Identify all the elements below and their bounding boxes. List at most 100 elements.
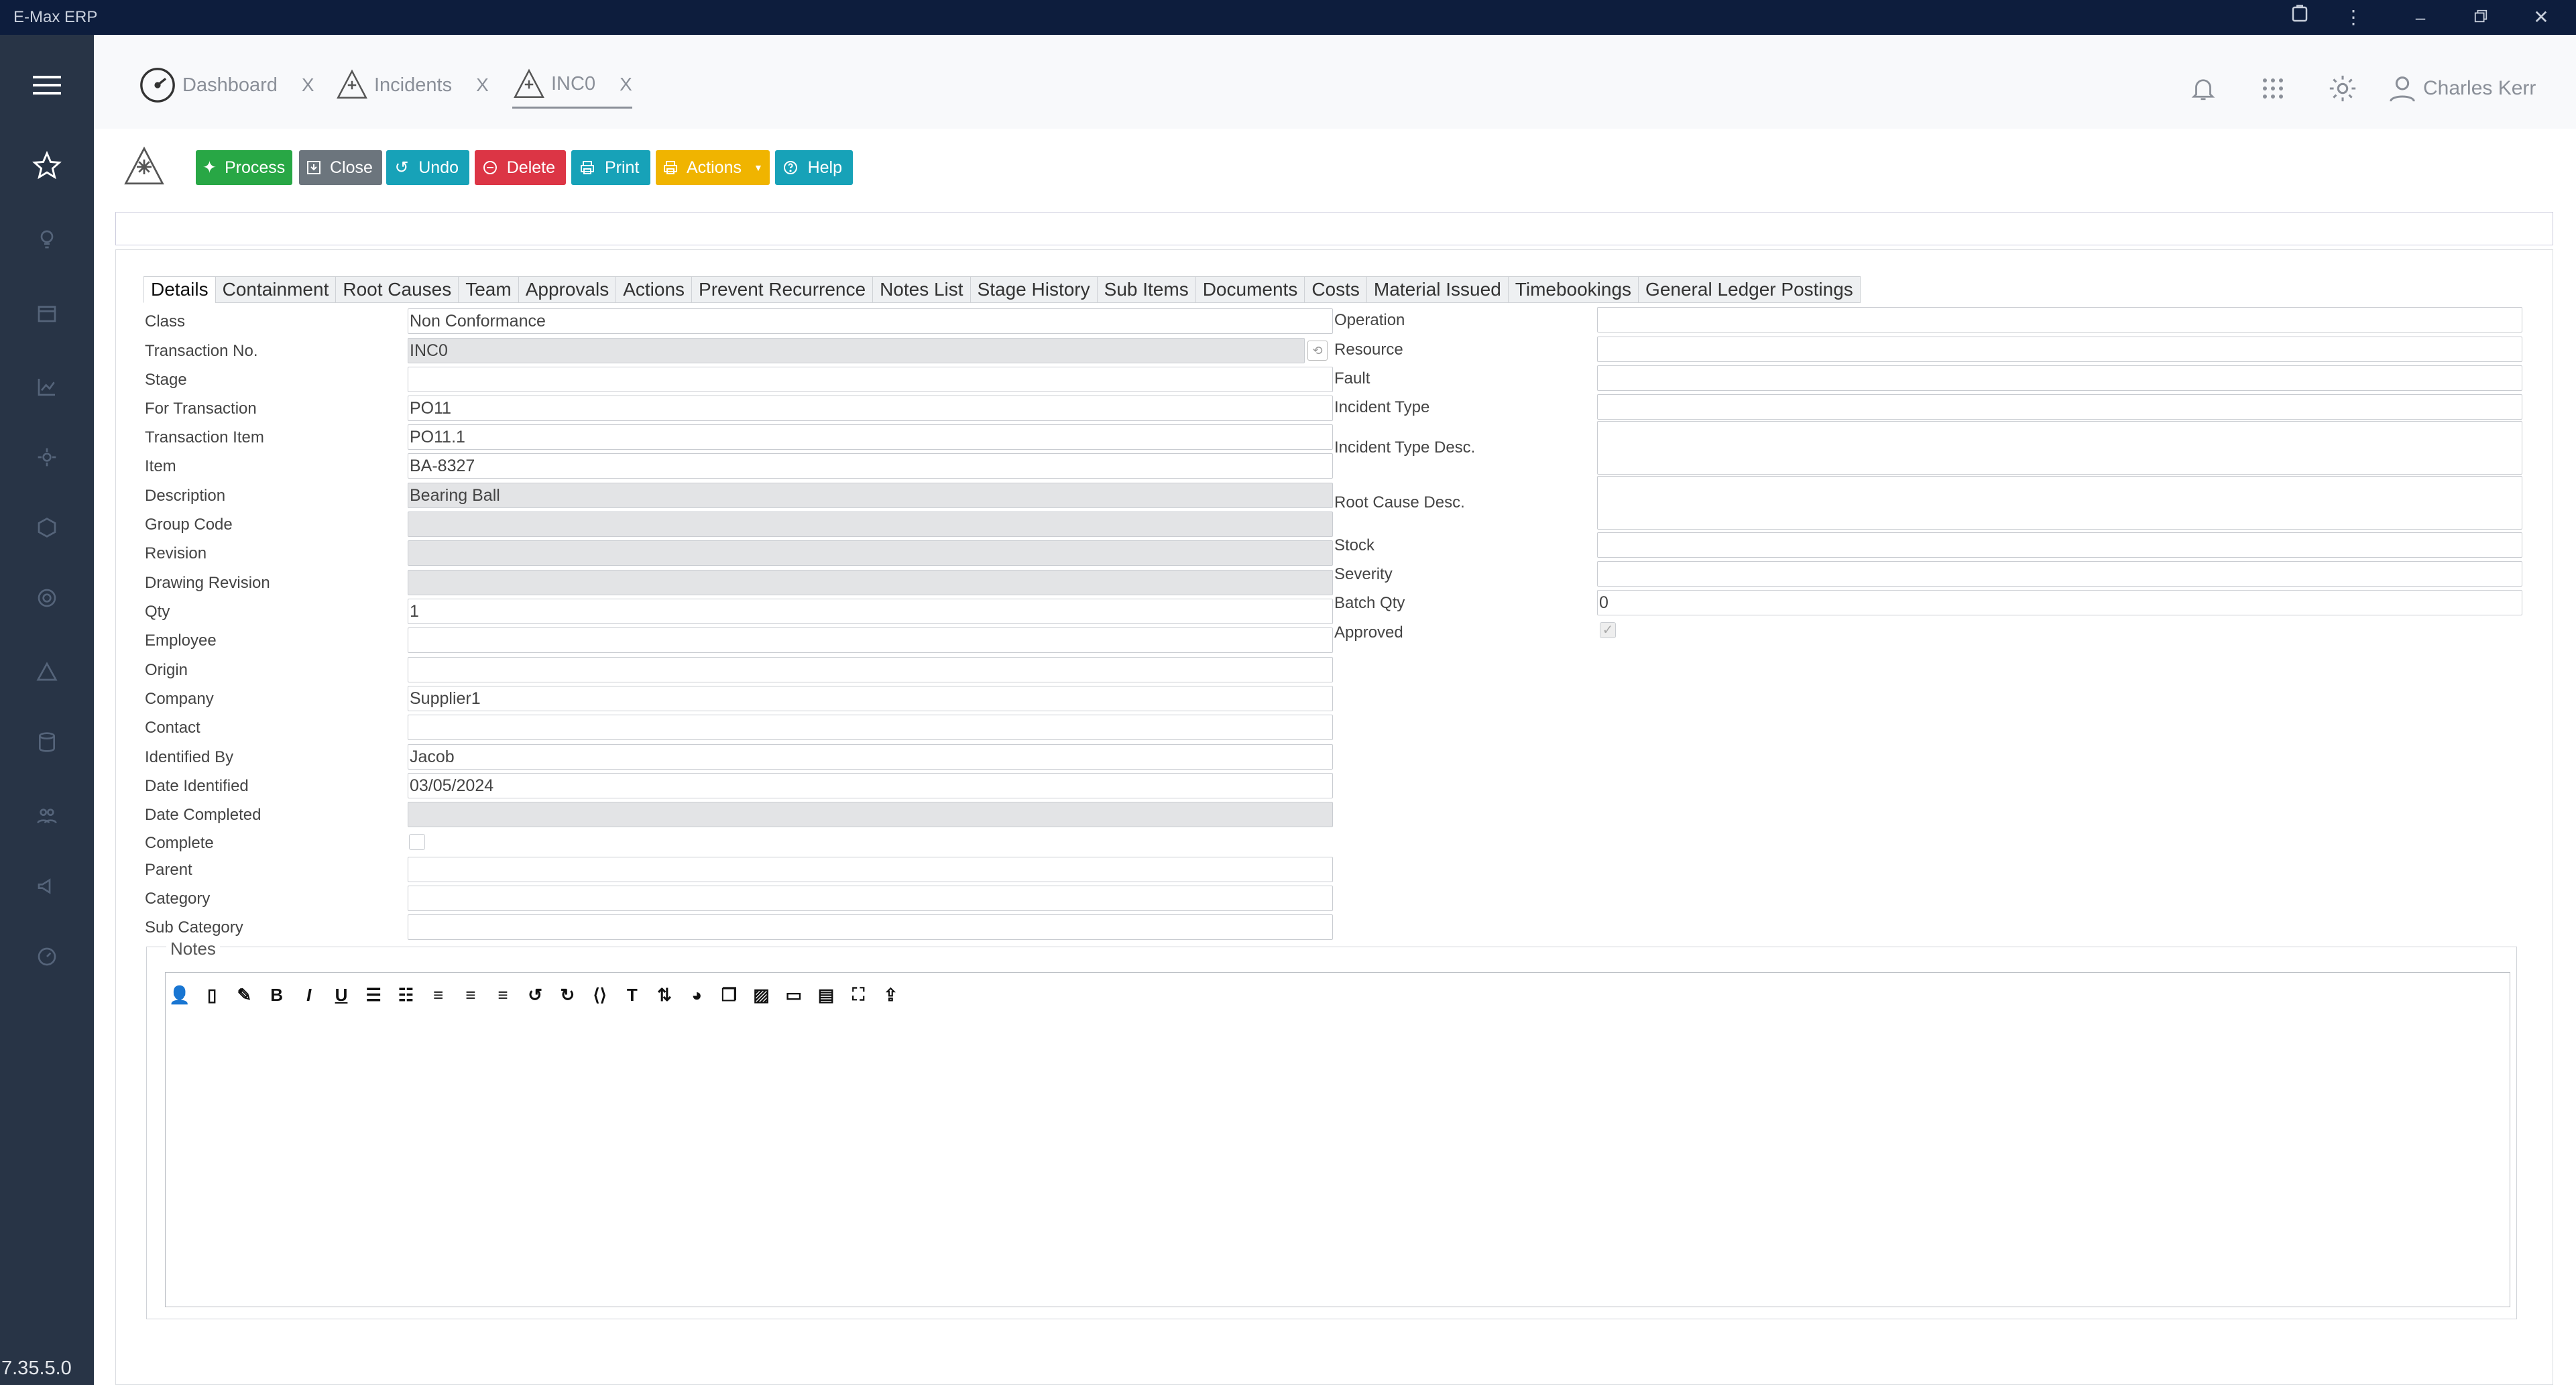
- tab-close-icon[interactable]: X: [620, 74, 632, 95]
- field-origin[interactable]: [408, 657, 1333, 682]
- field-severity[interactable]: [1597, 561, 2522, 587]
- complete-checkbox[interactable]: [409, 834, 425, 850]
- field-qty[interactable]: 1: [408, 599, 1333, 624]
- extension-icon[interactable]: [2286, 4, 2313, 31]
- field-class[interactable]: Non Conformance: [408, 308, 1333, 334]
- fullscreen-icon[interactable]: ⛶: [846, 983, 870, 1007]
- tab-root-causes[interactable]: Root Causes: [335, 276, 459, 303]
- field-parent[interactable]: [408, 857, 1333, 882]
- tab-close-icon[interactable]: X: [302, 74, 314, 96]
- field-item[interactable]: BA-8327: [408, 453, 1333, 479]
- tab-prevent-recurrence[interactable]: Prevent Recurrence: [691, 276, 874, 303]
- tab-material-issued[interactable]: Material Issued: [1366, 276, 1509, 303]
- notifications-bell-icon[interactable]: [2184, 70, 2222, 107]
- gauge-icon[interactable]: [27, 940, 67, 973]
- field-fault[interactable]: [1597, 365, 2522, 391]
- field-incident-type-desc-[interactable]: [1597, 421, 2522, 475]
- source-code-icon[interactable]: ⟨⟩: [588, 983, 612, 1007]
- actions-dropdown-button[interactable]: Actions ▼: [656, 150, 770, 185]
- sort-icon[interactable]: ⇅: [652, 983, 677, 1007]
- text-format-icon[interactable]: T: [620, 983, 644, 1007]
- tab-close-icon[interactable]: X: [476, 74, 489, 96]
- favorites-star-icon[interactable]: [27, 149, 67, 182]
- bookmark-icon[interactable]: ▯: [200, 983, 224, 1007]
- field-operation[interactable]: [1597, 307, 2522, 333]
- tab-costs[interactable]: Costs: [1304, 276, 1367, 303]
- tab-documents[interactable]: Documents: [1195, 276, 1305, 303]
- box-icon[interactable]: [27, 511, 67, 544]
- refresh-icon[interactable]: ⟲: [1307, 341, 1328, 361]
- tab-team[interactable]: Team: [458, 276, 519, 303]
- user-menu[interactable]: Charles Kerr: [2387, 70, 2536, 107]
- help-button[interactable]: Help: [775, 150, 853, 185]
- italic-icon[interactable]: I: [297, 983, 321, 1007]
- target-icon[interactable]: [27, 581, 67, 615]
- align-center-icon[interactable]: ≡: [459, 983, 483, 1007]
- tab-incidents[interactable]: Incidents X: [335, 62, 489, 109]
- field-identified-by[interactable]: Jacob: [408, 744, 1333, 770]
- close-window-icon[interactable]: ✕: [2528, 4, 2555, 31]
- print-button[interactable]: Print: [571, 150, 650, 185]
- notes-editor[interactable]: [165, 972, 2510, 1307]
- lightbulb-icon[interactable]: [27, 223, 67, 256]
- field-company[interactable]: Supplier1: [408, 686, 1333, 711]
- menu-icon[interactable]: [27, 68, 67, 102]
- tab-notes-list[interactable]: Notes List: [872, 276, 971, 303]
- megaphone-icon[interactable]: [27, 869, 67, 903]
- field-batch-qty[interactable]: 0: [1597, 590, 2522, 615]
- field-sub-category[interactable]: [408, 914, 1333, 940]
- tab-inc0[interactable]: INC0 X: [512, 62, 632, 109]
- redo-icon[interactable]: ↻: [555, 983, 579, 1007]
- field-contact[interactable]: [408, 715, 1333, 740]
- undo-button[interactable]: ↺ Undo: [386, 150, 469, 185]
- bold-icon[interactable]: B: [265, 983, 289, 1007]
- tab-containment[interactable]: Containment: [215, 276, 337, 303]
- upload-icon[interactable]: ⇪: [878, 983, 902, 1007]
- field-employee[interactable]: [408, 627, 1333, 653]
- tab-details[interactable]: Details: [143, 276, 216, 303]
- database-icon[interactable]: [27, 725, 67, 759]
- chart-icon[interactable]: [27, 370, 67, 404]
- delete-button[interactable]: Delete: [475, 150, 566, 185]
- tab-approvals[interactable]: Approvals: [518, 276, 617, 303]
- align-right-icon[interactable]: ≡: [491, 983, 515, 1007]
- numbered-list-icon[interactable]: ☷: [394, 983, 418, 1007]
- field-incident-type[interactable]: [1597, 394, 2522, 420]
- table-icon[interactable]: ▤: [814, 983, 838, 1007]
- field-root-cause-desc-[interactable]: [1597, 476, 2522, 530]
- tab-stage-history[interactable]: Stage History: [970, 276, 1098, 303]
- underline-icon[interactable]: U: [329, 983, 353, 1007]
- people-icon[interactable]: [27, 799, 67, 833]
- field-stock[interactable]: [1597, 532, 2522, 558]
- tab-general-ledger-postings[interactable]: General Ledger Postings: [1638, 276, 1861, 303]
- color-palette-icon[interactable]: ◕: [685, 983, 709, 1007]
- close-button[interactable]: Close: [299, 150, 382, 185]
- field-resource[interactable]: [1597, 337, 2522, 362]
- apps-grid-icon[interactable]: [2254, 70, 2292, 107]
- gear-tool-icon[interactable]: [27, 440, 67, 474]
- warning-icon[interactable]: [27, 655, 67, 688]
- field-date-identified[interactable]: 03/05/2024: [408, 773, 1333, 798]
- highlight-icon[interactable]: ✎: [232, 983, 256, 1007]
- undo-icon[interactable]: ↺: [523, 983, 547, 1007]
- tab-sub-items[interactable]: Sub Items: [1096, 276, 1196, 303]
- field-transaction-item[interactable]: PO11.1: [408, 424, 1333, 450]
- bulleted-list-icon[interactable]: ☰: [361, 983, 386, 1007]
- field-category[interactable]: [408, 886, 1333, 911]
- field-stage[interactable]: [408, 367, 1333, 392]
- align-left-icon[interactable]: ≡: [426, 983, 451, 1007]
- document-icon[interactable]: ▭: [782, 983, 806, 1007]
- copy-format-icon[interactable]: ❐: [717, 983, 741, 1007]
- process-button[interactable]: ✦ Process: [196, 150, 292, 185]
- more-vertical-icon[interactable]: ⋮: [2340, 4, 2367, 31]
- field-for-transaction[interactable]: PO11: [408, 396, 1333, 421]
- calendar-icon[interactable]: [27, 296, 67, 330]
- settings-gear-icon[interactable]: [2324, 70, 2361, 107]
- image-icon[interactable]: ▨: [750, 983, 774, 1007]
- tab-timebookings[interactable]: Timebookings: [1507, 276, 1639, 303]
- minimize-icon[interactable]: –: [2407, 4, 2434, 31]
- restore-icon[interactable]: [2467, 4, 2494, 31]
- tab-actions[interactable]: Actions: [616, 276, 693, 303]
- tab-dashboard[interactable]: Dashboard X: [138, 62, 314, 109]
- user-card-icon[interactable]: 👤: [168, 983, 192, 1007]
